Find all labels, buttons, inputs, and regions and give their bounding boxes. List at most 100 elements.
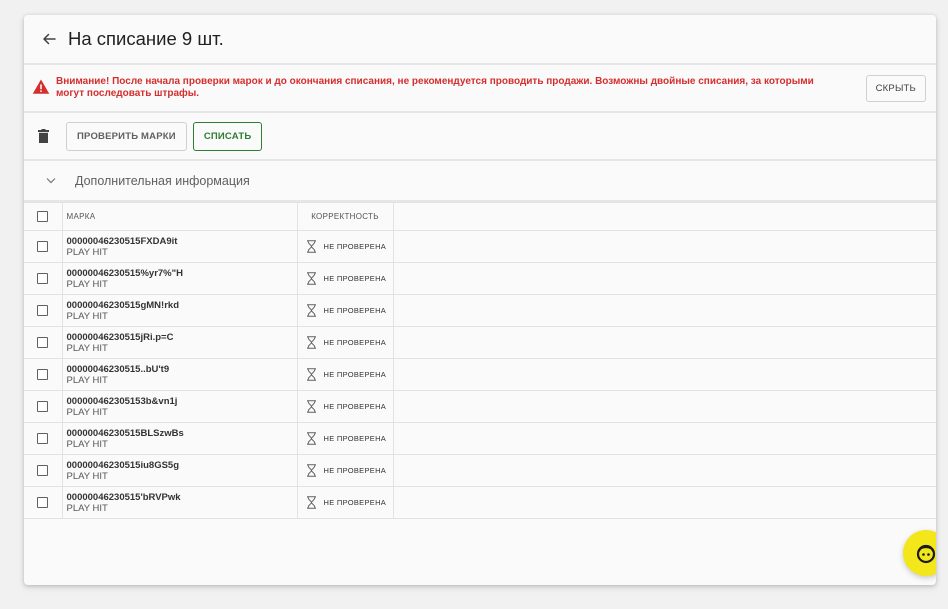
row-select-cell [24,390,63,423]
hourglass-icon [306,240,318,254]
row-checkbox[interactable] [37,464,49,476]
delete-button[interactable] [38,128,52,144]
mark-product: PLAY HIT [66,278,108,290]
alert-message: Внимание! После начала проверки марок и … [56,75,814,100]
table-row[interactable]: 00000046230515..bU't9 PLAY HIT НЕ ПРОВЕРЕН… [24,358,936,391]
back-button[interactable] [38,28,60,50]
row-select-cell [24,486,63,519]
row-checkbox[interactable] [37,496,49,508]
table-row[interactable]: 00000046230515jRi.p=C PLAY HIT НЕ ПРОВЕРЕН… [24,326,936,359]
mark-cell: 00000046230515iu8GS5g PLAY HIT [61,454,298,487]
mark-code: 00000046230515FXDA9it [66,235,178,247]
more-info-label: Дополнительная информация [75,173,250,188]
warning-triangle-icon [32,79,50,94]
table-row[interactable]: 000000462305153b&vn1j PLAY HIT НЕ ПРОВЕРЕН… [24,390,936,423]
status-cell: НЕ ПРОВЕРЕНА [296,486,394,519]
mark-code: 00000046230515BLSzwBs [66,427,184,439]
table-row[interactable]: 00000046230515%yr7%"H PLAY HIT НЕ ПРОВЕРЕН… [24,262,936,295]
mark-code: 000000462305153b&vn1j [66,395,178,407]
mark-product: PLAY HIT [66,470,108,482]
status-cell: НЕ ПРОВЕРЕНА [296,390,394,423]
row-checkbox[interactable] [37,368,49,380]
empty-cell [392,358,936,391]
status-cell: НЕ ПРОВЕРЕНА [296,326,394,359]
mark-cell: 000000462305153b&vn1j PLAY HIT [61,390,298,423]
status-cell: НЕ ПРОВЕРЕНА [296,422,394,455]
select-all-cell [24,202,63,231]
row-checkbox[interactable] [37,304,49,316]
status-text: НЕ ПРОВЕРЕНА [323,434,387,443]
mark-cell: 00000046230515FXDA9it PLAY HIT [61,230,298,263]
table-row[interactable]: 00000046230515iu8GS5g PLAY HIT НЕ ПРОВЕРЕН… [24,454,936,487]
more-info-toggle[interactable]: Дополнительная информация [24,161,936,202]
row-checkbox[interactable] [37,240,49,252]
select-all-checkbox[interactable] [37,211,49,222]
row-checkbox[interactable] [37,432,49,444]
mark-cell: 00000046230515BLSzwBs PLAY HIT [61,422,298,455]
mark-code: 00000046230515jRi.p=C [66,331,174,343]
status-text: НЕ ПРОВЕРЕНА [323,306,387,315]
mark-product: PLAY HIT [66,342,108,354]
table-row[interactable]: 00000046230515FXDA9it PLAY HIT НЕ ПРОВЕРЕН… [24,230,936,263]
page-header: На списание 9 шт. [24,15,936,65]
hourglass-icon [306,432,318,446]
status-text: НЕ ПРОВЕРЕНА [323,402,387,411]
status-cell: НЕ ПРОВЕРЕНА [296,454,394,487]
check-marks-button[interactable]: ПРОВЕРИТЬ МАРКИ [66,121,187,151]
hourglass-icon [306,400,318,414]
table-header-row: МАРКА КОРРЕКТНОСТЬ [24,202,936,231]
mark-product: PLAY HIT [66,246,108,258]
empty-cell [392,486,936,519]
column-header-mark[interactable]: МАРКА [61,202,298,231]
empty-cell [392,326,936,359]
mark-code: 00000046230515gMN!rkd [66,299,180,311]
mark-product: PLAY HIT [66,502,108,514]
empty-cell [392,390,936,423]
status-text: НЕ ПРОВЕРЕНА [323,338,387,347]
mark-code: 00000046230515'bRVPwk [66,491,181,503]
column-header-correctness[interactable]: КОРРЕКТНОСТЬ [296,202,394,231]
arrow-left-icon [43,33,56,45]
empty-cell [392,262,936,295]
mark-product: PLAY HIT [66,374,108,386]
hourglass-icon [306,272,318,286]
table-row[interactable]: 00000046230515'bRVPwk PLAY HIT НЕ ПРОВЕРЕН… [24,486,936,519]
hourglass-icon [306,304,318,318]
status-text: НЕ ПРОВЕРЕНА [323,274,387,283]
chevron-down-icon [46,175,58,187]
warning-alert: Внимание! После начала проверки марок и … [24,65,936,113]
row-checkbox[interactable] [37,400,49,412]
mark-cell: 00000046230515gMN!rkd PLAY HIT [61,294,298,327]
mark-cell: 00000046230515'bRVPwk PLAY HIT [61,486,298,519]
mark-product: PLAY HIT [66,406,108,418]
mark-cell: 00000046230515%yr7%"H PLAY HIT [61,262,298,295]
row-checkbox[interactable] [37,336,49,348]
row-checkbox[interactable] [37,272,49,284]
empty-cell [392,230,936,263]
support-chat-button[interactable] [903,530,936,576]
empty-cell [392,454,936,487]
hourglass-icon [306,368,318,382]
row-select-cell [24,454,63,487]
mark-code: 00000046230515%yr7%"H [66,267,184,279]
row-select-cell [24,294,63,327]
write-off-panel: На списание 9 шт. Внимание! После начала… [24,15,936,585]
empty-cell [392,294,936,327]
status-cell: НЕ ПРОВЕРЕНА [296,262,394,295]
hourglass-icon [306,496,318,510]
hide-alert-button[interactable]: СКРЫТЬ [865,74,926,102]
write-off-button[interactable]: СПИСАТЬ [192,121,263,151]
toolbar: ПРОВЕРИТЬ МАРКИ СПИСАТЬ [24,113,936,161]
hourglass-icon [306,464,318,478]
row-select-cell [24,262,63,295]
support-chat-icon [916,544,936,564]
mark-code: 00000046230515..bU't9 [66,363,170,375]
empty-cell [392,422,936,455]
trash-icon [38,129,49,143]
marks-table: МАРКА КОРРЕКТНОСТЬ 00000046230515FXDA9it… [24,202,936,519]
row-select-cell [24,230,63,263]
status-cell: НЕ ПРОВЕРЕНА [296,294,394,327]
mark-product: PLAY HIT [66,438,108,450]
table-row[interactable]: 00000046230515BLSzwBs PLAY HIT НЕ ПРОВЕРЕН… [24,422,936,455]
table-row[interactable]: 00000046230515gMN!rkd PLAY HIT НЕ ПРОВЕРЕН… [24,294,936,327]
